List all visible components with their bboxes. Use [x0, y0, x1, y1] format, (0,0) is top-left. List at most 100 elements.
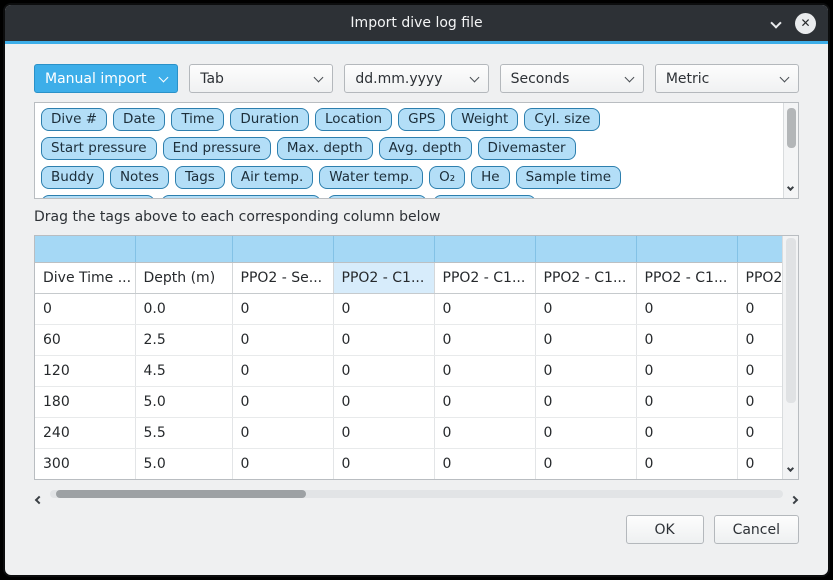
table-cell: 0	[535, 293, 636, 324]
titlebar[interactable]: Import dive log file ✕	[5, 5, 828, 41]
column-tag[interactable]: Avg. depth	[379, 137, 472, 160]
column-tag[interactable]: Weight	[451, 108, 518, 131]
duration-format-dropdown[interactable]: Seconds	[500, 64, 644, 93]
table-horizontal-scrollbar[interactable]	[34, 487, 799, 501]
column-tag[interactable]: Air temp.	[231, 166, 313, 189]
scrollbar-thumb[interactable]	[56, 490, 306, 498]
table-cell: 240	[35, 417, 135, 448]
titlebar-buttons: ✕	[772, 5, 816, 41]
column-header[interactable]: PPO2 - C1...	[636, 262, 737, 293]
table-cell: 0	[535, 448, 636, 479]
date-format-dropdown[interactable]: dd.mm.yyyy	[344, 64, 488, 93]
instruction-text: Drag the tags above to each correspondin…	[34, 209, 799, 229]
column-tag[interactable]: Sample CNS	[433, 195, 536, 199]
drop-target-cell[interactable]	[434, 236, 535, 262]
table-cell: 0	[333, 386, 434, 417]
table-cell: 0	[333, 293, 434, 324]
table-cell: 5.5	[135, 417, 232, 448]
table-cell: 0	[636, 293, 737, 324]
column-tag[interactable]: GPS	[398, 108, 445, 131]
scroll-left-icon[interactable]	[36, 491, 42, 507]
column-header[interactable]: PPO2	[737, 262, 782, 293]
tag-rows: Dive # Date Time Duration Location GPS Weight C…	[35, 103, 798, 199]
scrollbar-thumb[interactable]	[787, 108, 796, 148]
table-row: 3005.0000000	[35, 448, 782, 479]
ok-button[interactable]: OK	[626, 515, 704, 544]
table-row: 2405.5000000	[35, 417, 782, 448]
column-tag[interactable]: Sample time	[516, 166, 621, 189]
table-cell: 0	[535, 355, 636, 386]
drop-target-row[interactable]	[35, 236, 782, 262]
column-tag[interactable]: Start pressure	[41, 137, 157, 160]
table-cell: 0.0	[135, 293, 232, 324]
dialog-buttons: OK Cancel	[34, 515, 799, 544]
column-tag[interactable]: Divemaster	[478, 137, 576, 160]
cancel-button[interactable]: Cancel	[714, 515, 799, 544]
tag-area: Dive # Date Time Duration Location GPS Weight C…	[34, 102, 799, 199]
table-body: 00.0000000602.50000001204.50000001805.00…	[35, 293, 782, 479]
close-icon[interactable]: ✕	[795, 13, 816, 34]
dropdown-value: Manual import	[45, 71, 160, 87]
column-tag[interactable]: Sample temperature	[161, 195, 321, 199]
drop-target-cell[interactable]	[636, 236, 737, 262]
table-cell: 0	[636, 417, 737, 448]
column-tag[interactable]: Buddy	[41, 166, 104, 189]
column-tag[interactable]: Tags	[175, 166, 225, 189]
dialog-window: Import dive log file ✕ Manual import Tabd…	[3, 3, 830, 577]
field-separator-dropdown[interactable]: Tab	[189, 64, 333, 93]
column-tag[interactable]: Location	[315, 108, 392, 131]
import-mode-dropdown[interactable]: Manual import	[34, 64, 178, 93]
column-tag[interactable]: Sample pO₂	[327, 195, 427, 199]
column-tag[interactable]: Duration	[230, 108, 309, 131]
column-header[interactable]: Dive Time ...	[35, 262, 135, 293]
table-cell: 0	[232, 355, 333, 386]
table-cell: 5.0	[135, 448, 232, 479]
table-vertical-scrollbar[interactable]	[782, 236, 798, 479]
table-cell: 0	[535, 417, 636, 448]
column-header[interactable]: PPO2 - C1...	[434, 262, 535, 293]
column-tag[interactable]: O₂	[429, 166, 465, 189]
scroll-down-icon[interactable]	[788, 178, 793, 194]
chevron-down-icon	[780, 72, 790, 82]
scroll-down-icon[interactable]	[788, 459, 793, 475]
column-tag[interactable]: Notes	[110, 166, 169, 189]
column-tag[interactable]: Cyl. size	[524, 108, 600, 131]
tag-area-scrollbar[interactable]	[783, 103, 798, 198]
drop-target-cell[interactable]	[232, 236, 333, 262]
table-cell: 180	[35, 386, 135, 417]
column-tag[interactable]: Water temp.	[319, 166, 423, 189]
table-cell: 0	[232, 417, 333, 448]
column-tag[interactable]: He	[471, 166, 509, 189]
units-dropdown[interactable]: Metric	[655, 64, 799, 93]
shade-icon[interactable]	[772, 15, 780, 31]
column-header[interactable]: Depth (m)	[135, 262, 232, 293]
drop-target-cell[interactable]	[737, 236, 782, 262]
column-tag[interactable]: Sample depth	[41, 195, 155, 199]
drop-target-cell[interactable]	[135, 236, 232, 262]
column-tag[interactable]: Max. depth	[277, 137, 373, 160]
drop-target-cell[interactable]	[35, 236, 135, 262]
drop-target-cell[interactable]	[535, 236, 636, 262]
table-cell: 2.5	[135, 324, 232, 355]
column-header[interactable]: PPO2 - C1...	[535, 262, 636, 293]
dropdown-value: Seconds	[511, 71, 626, 87]
table-cell: 0	[232, 386, 333, 417]
header-row: Dive Time ...Depth (m)PPO2 - Se...PPO2 -…	[35, 262, 782, 293]
column-tag[interactable]: Time	[171, 108, 224, 131]
table-cell: 0	[333, 324, 434, 355]
scrollbar-thumb[interactable]	[786, 238, 796, 403]
column-header[interactable]: PPO2 - Se...	[232, 262, 333, 293]
scroll-right-icon[interactable]	[791, 491, 797, 507]
drop-target-cell[interactable]	[333, 236, 434, 262]
dropdown-value: Metric	[666, 71, 781, 87]
table-cell: 0	[434, 324, 535, 355]
table-cell: 0	[737, 448, 782, 479]
table-row: 1204.5000000	[35, 355, 782, 386]
table-cell: 0	[636, 355, 737, 386]
column-tag[interactable]: Dive #	[41, 108, 107, 131]
column-tag[interactable]: End pressure	[163, 137, 271, 160]
column-header[interactable]: PPO2 - C1...	[333, 262, 434, 293]
table-cell: 0	[434, 448, 535, 479]
column-tag[interactable]: Date	[113, 108, 165, 131]
table-cell: 0	[737, 324, 782, 355]
